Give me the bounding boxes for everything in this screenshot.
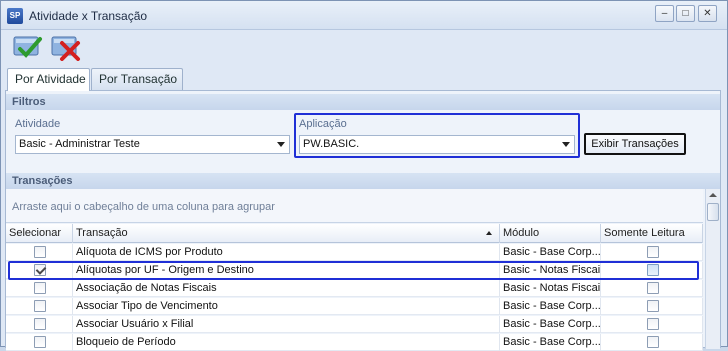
readonly-checkbox[interactable] bbox=[647, 300, 659, 312]
transacao-cell: Associar Tipo de Vencimento bbox=[73, 298, 500, 315]
selected-row-highlight-box bbox=[8, 261, 699, 280]
selecionar-cell bbox=[6, 298, 73, 315]
somente-leitura-cell bbox=[601, 298, 703, 315]
table-row[interactable]: Associar Tipo de Vencimento Basic - Base… bbox=[6, 298, 703, 315]
select-checkbox[interactable] bbox=[34, 336, 46, 348]
scroll-up-icon[interactable] bbox=[709, 193, 717, 197]
somente-leitura-cell bbox=[601, 334, 703, 351]
modulo-cell: Basic - Notas Fiscais bbox=[500, 280, 601, 297]
scroll-thumb[interactable] bbox=[707, 203, 719, 221]
readonly-checkbox[interactable] bbox=[647, 282, 659, 294]
tab-por-atividade[interactable]: Por Atividade bbox=[7, 68, 90, 91]
transacoes-header: Transações bbox=[6, 173, 720, 189]
somente-leitura-cell bbox=[601, 316, 703, 333]
select-checkbox[interactable] bbox=[34, 282, 46, 294]
transacao-cell: Associação de Notas Fiscais bbox=[73, 280, 500, 297]
atividade-value: Basic - Administrar Teste bbox=[19, 138, 140, 150]
group-hint: Arraste aqui o cabeçalho de uma coluna p… bbox=[12, 201, 275, 213]
transacao-cell: Alíquota de ICMS por Produto bbox=[73, 244, 500, 261]
select-checkbox[interactable] bbox=[34, 318, 46, 330]
readonly-checkbox[interactable] bbox=[647, 246, 659, 258]
column-header-transacao[interactable]: Transação bbox=[73, 224, 500, 243]
maximize-button[interactable]: □ bbox=[676, 5, 695, 22]
transacao-cell: Bloqueio de Período bbox=[73, 334, 500, 351]
grid-header: Selecionar Transação Módulo Somente Leit… bbox=[6, 224, 703, 243]
tab-panel: Filtros Atividade Basic - Administrar Te… bbox=[5, 90, 721, 351]
selecionar-cell bbox=[6, 316, 73, 333]
cancel-x-icon bbox=[51, 36, 80, 61]
select-checkbox[interactable] bbox=[34, 300, 46, 312]
select-checkbox[interactable] bbox=[34, 246, 46, 258]
column-header-somente-leitura[interactable]: Somente Leitura bbox=[601, 224, 703, 243]
column-header-modulo[interactable]: Módulo bbox=[500, 224, 601, 243]
readonly-checkbox[interactable] bbox=[647, 336, 659, 348]
filtros-header: Filtros bbox=[6, 94, 720, 110]
window: SP Atividade x Transação – □ ✕ Por Ativi… bbox=[0, 0, 728, 351]
toolbar bbox=[1, 30, 727, 65]
exibir-transacoes-button[interactable]: Exibir Transações bbox=[584, 133, 686, 155]
confirm-button[interactable] bbox=[13, 33, 43, 61]
title-bar: SP Atividade x Transação – □ ✕ bbox=[1, 1, 727, 30]
selecionar-cell bbox=[6, 334, 73, 351]
aplicacao-highlight-box bbox=[294, 113, 580, 158]
table-row[interactable]: Bloqueio de Período Basic - Base Corp... bbox=[6, 334, 703, 351]
vertical-scrollbar[interactable] bbox=[705, 189, 720, 349]
selecionar-cell bbox=[6, 244, 73, 261]
transacao-cell: Associar Usuário x Filial bbox=[73, 316, 500, 333]
modulo-cell: Basic - Base Corp... bbox=[500, 298, 601, 315]
readonly-checkbox[interactable] bbox=[647, 318, 659, 330]
modulo-cell: Basic - Base Corp... bbox=[500, 316, 601, 333]
check-icon bbox=[13, 36, 42, 58]
atividade-label: Atividade bbox=[15, 118, 61, 130]
table-row[interactable]: Associar Usuário x Filial Basic - Base C… bbox=[6, 316, 703, 333]
sort-ascending-icon bbox=[486, 231, 492, 235]
app-icon: SP bbox=[7, 8, 23, 24]
tab-por-transacao[interactable]: Por Transação bbox=[91, 68, 183, 90]
minimize-button[interactable]: – bbox=[655, 5, 674, 22]
somente-leitura-cell bbox=[601, 244, 703, 261]
column-header-selecionar[interactable]: Selecionar bbox=[6, 224, 73, 243]
modulo-cell: Basic - Base Corp... bbox=[500, 244, 601, 261]
atividade-combo[interactable]: Basic - Administrar Teste bbox=[15, 135, 290, 154]
window-title: Atividade x Transação bbox=[29, 9, 148, 23]
cancel-button[interactable] bbox=[51, 33, 81, 61]
table-row[interactable]: Alíquota de ICMS por Produto Basic - Bas… bbox=[6, 244, 703, 261]
selecionar-cell bbox=[6, 280, 73, 297]
table-row[interactable]: Associação de Notas Fiscais Basic - Nota… bbox=[6, 280, 703, 297]
chevron-down-icon bbox=[277, 142, 285, 147]
somente-leitura-cell bbox=[601, 280, 703, 297]
modulo-cell: Basic - Base Corp... bbox=[500, 334, 601, 351]
close-button[interactable]: ✕ bbox=[698, 5, 717, 22]
